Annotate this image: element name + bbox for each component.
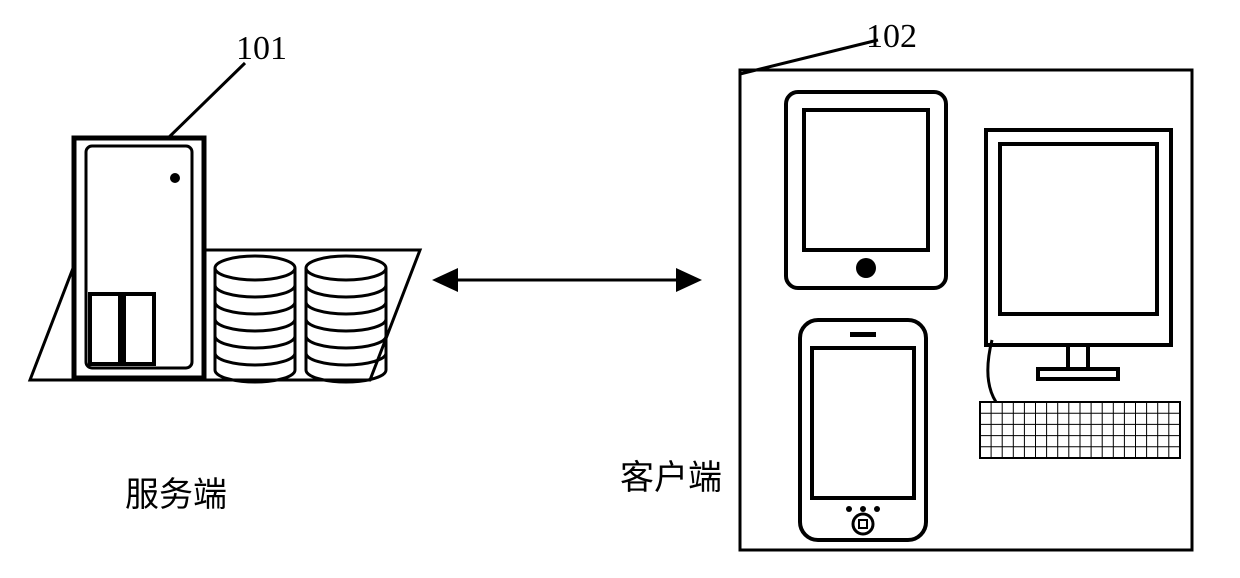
server-illustration xyxy=(20,30,440,430)
client-illustration xyxy=(728,18,1208,558)
client-caption: 客户端 xyxy=(620,450,722,499)
server-caption: 服务端 xyxy=(125,467,227,516)
bidirectional-arrow-icon xyxy=(432,260,702,300)
diagram-canvas: 101 102 服务端 客户端 xyxy=(0,0,1240,578)
